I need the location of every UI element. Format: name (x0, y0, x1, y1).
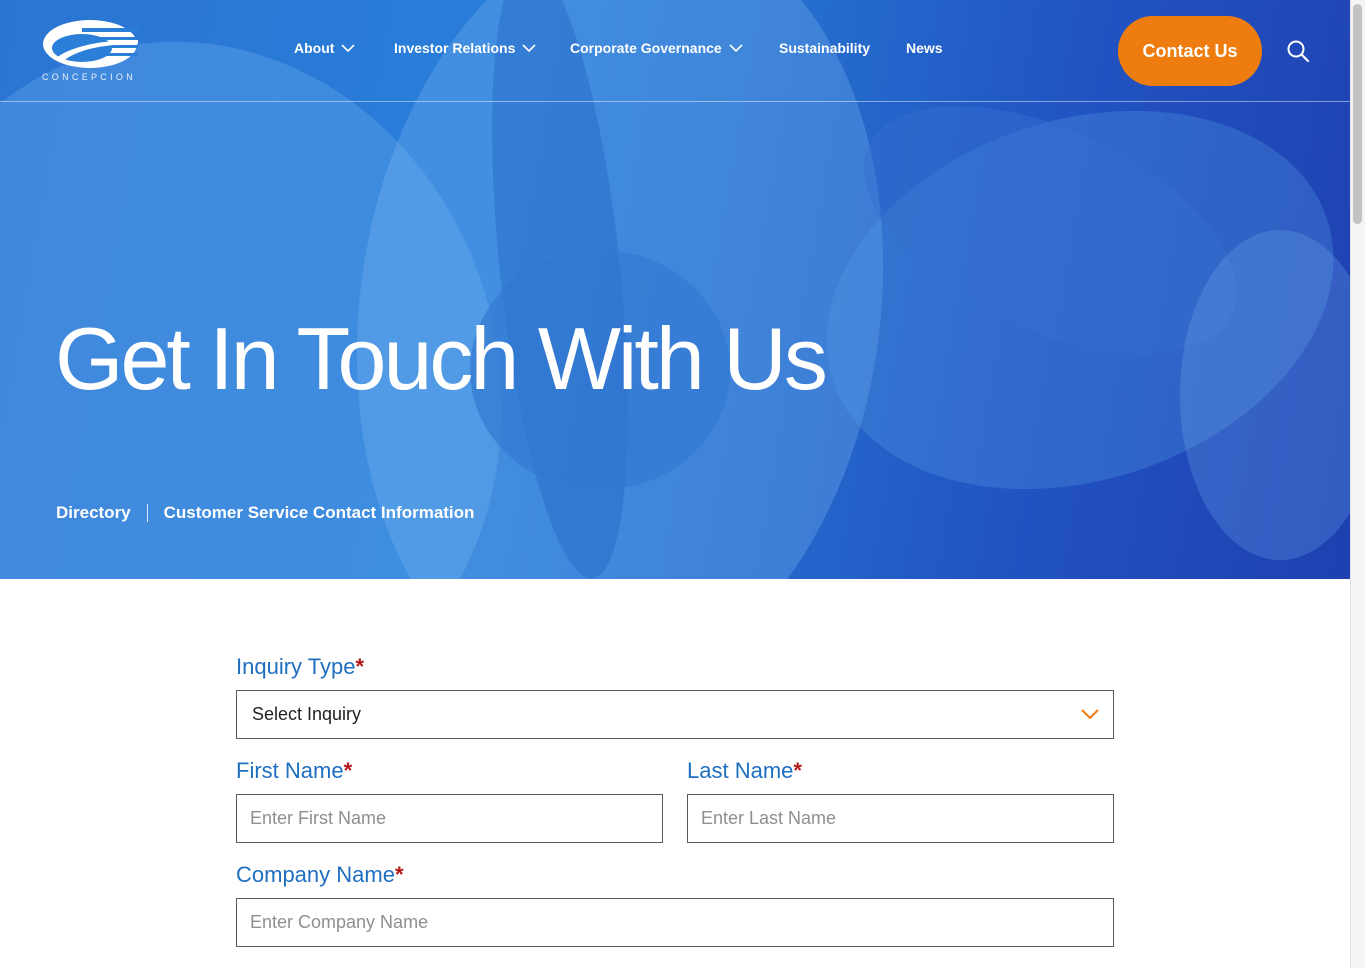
chevron-down-icon (341, 44, 356, 53)
nav-item-news[interactable]: News (906, 40, 943, 56)
first-name-label: First Name* (236, 758, 352, 784)
nav-item-investor-relations[interactable]: Investor Relations (394, 40, 536, 56)
breadcrumb-link-customer-service[interactable]: Customer Service Contact Information (164, 503, 475, 523)
last-name-label-text: Last Name (687, 758, 794, 783)
chevron-down-icon (1081, 709, 1099, 720)
company-name-placeholder: Enter Company Name (250, 912, 429, 932)
breadcrumb-divider (146, 504, 148, 522)
site-header: CONCEPCION About Investor Relations Corp… (0, 0, 1350, 102)
last-name-label: Last Name* (687, 758, 802, 784)
required-marker: * (394, 862, 404, 887)
last-name-placeholder: Enter Last Name (701, 808, 837, 828)
brand-name: CONCEPCION (42, 72, 137, 82)
contact-us-button[interactable]: Contact Us (1118, 16, 1262, 86)
nav-item-label: Investor Relations (394, 40, 516, 56)
required-marker: * (355, 654, 365, 679)
required-marker: * (343, 758, 353, 783)
scrollbar-thumb[interactable] (1353, 4, 1362, 224)
nav-item-label: News (906, 40, 943, 56)
inquiry-type-label-text: Inquiry Type (236, 654, 356, 679)
nav-item-corporate-governance[interactable]: Corporate Governance (570, 40, 743, 56)
hero-photo-sleeve-right (777, 48, 1350, 552)
first-name-placeholder: Enter First Name (250, 808, 387, 828)
inquiry-type-label: Inquiry Type* (236, 654, 364, 680)
nav-item-label: Sustainability (779, 40, 871, 56)
breadcrumb-link-directory[interactable]: Directory (56, 503, 131, 523)
first-name-field[interactable]: Enter First Name (236, 794, 663, 843)
nav-item-label: Corporate Governance (570, 40, 722, 56)
first-name-label-text: First Name (236, 758, 344, 783)
inquiry-type-value: Select Inquiry (252, 704, 362, 724)
nav-item-label: About (294, 40, 335, 56)
search-icon[interactable] (1286, 39, 1310, 63)
chevron-down-icon (522, 44, 536, 53)
nav-item-about[interactable]: About (294, 40, 356, 56)
required-marker: * (793, 758, 802, 783)
hero-photo-arm-right (826, 54, 1274, 406)
nav-item-sustainability[interactable]: Sustainability (779, 40, 870, 56)
company-name-label-text: Company Name (236, 862, 395, 887)
chevron-down-icon (729, 44, 743, 53)
company-name-field[interactable]: Enter Company Name (236, 898, 1114, 947)
last-name-field[interactable]: Enter Last Name (687, 794, 1114, 843)
hero-photo-cuff (1180, 230, 1350, 560)
company-name-label: Company Name* (236, 862, 404, 888)
breadcrumb: Directory Customer Service Contact Infor… (56, 503, 474, 523)
inquiry-type-select[interactable]: Select Inquiry (236, 690, 1114, 739)
page-title: Get In Touch With Us (55, 309, 828, 408)
